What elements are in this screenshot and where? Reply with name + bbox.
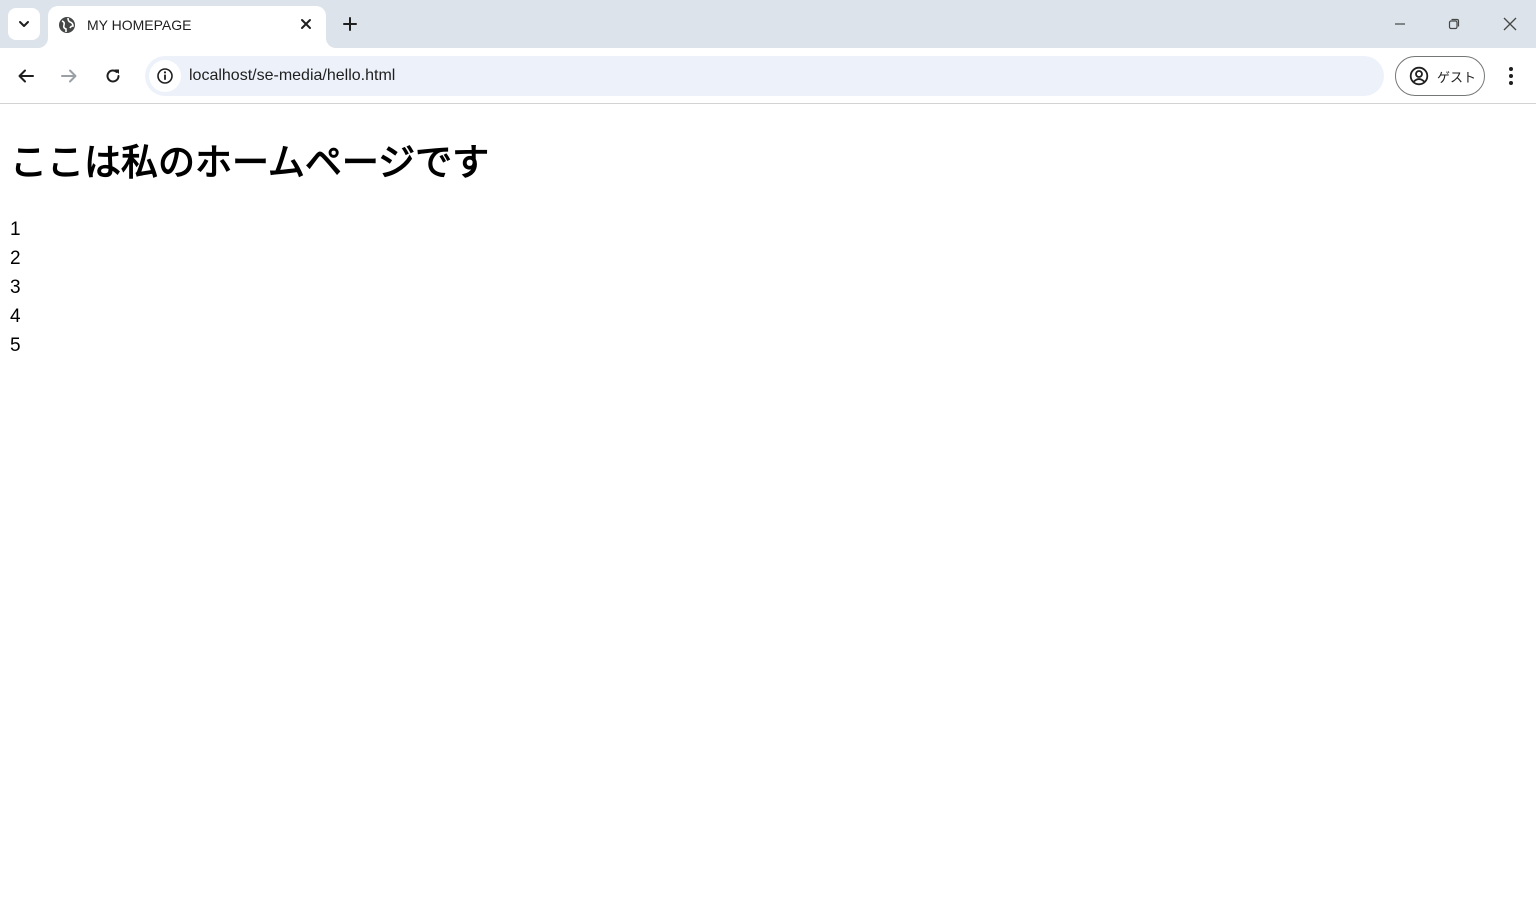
- arrow-right-icon: [61, 69, 77, 83]
- number-line: 2: [10, 248, 21, 269]
- number-line: 1: [10, 219, 21, 240]
- tab-active[interactable]: MY HOMEPAGE: [48, 6, 326, 48]
- page-heading: ここは私のホームページです: [10, 142, 490, 183]
- url-text[interactable]: localhost/se-media/hello.html: [189, 67, 395, 85]
- browser-toolbar: localhost/se-media/hello.html ゲスト: [0, 48, 1536, 104]
- tab-search-button[interactable]: [8, 8, 40, 40]
- profile-button[interactable]: ゲスト: [1395, 56, 1485, 96]
- tab-title: MY HOMEPAGE: [87, 17, 192, 33]
- tab-strip: MY HOMEPAGE: [0, 0, 1536, 48]
- tab-close-button[interactable]: [296, 14, 316, 34]
- page-content: ここは私のホームページです 1 2 3 4 5: [0, 105, 1536, 902]
- more-vert-icon: [1509, 67, 1513, 85]
- info-icon: [157, 68, 173, 84]
- plus-icon: [343, 17, 357, 31]
- reload-button[interactable]: [97, 60, 129, 92]
- forward-button[interactable]: [53, 60, 85, 92]
- site-info-button[interactable]: [149, 60, 181, 92]
- number-line: 5: [10, 335, 21, 356]
- number-list: 1 2 3 4 5: [10, 215, 21, 360]
- restore-button[interactable]: [1434, 8, 1474, 40]
- minimize-icon: [1395, 23, 1405, 25]
- minimize-button[interactable]: [1380, 8, 1420, 40]
- close-icon: [301, 19, 311, 29]
- close-icon: [1503, 17, 1517, 31]
- address-bar[interactable]: localhost/se-media/hello.html: [145, 56, 1384, 96]
- back-button[interactable]: [10, 60, 42, 92]
- browser-menu-button[interactable]: [1496, 60, 1526, 92]
- arrow-left-icon: [18, 69, 34, 83]
- new-tab-button[interactable]: [336, 10, 364, 38]
- account-circle-icon: [1409, 66, 1429, 86]
- number-line: 3: [10, 277, 21, 298]
- close-window-button[interactable]: [1490, 8, 1530, 40]
- restore-icon: [1448, 18, 1460, 30]
- chevron-down-icon: [19, 21, 29, 27]
- number-line: 4: [10, 306, 21, 327]
- profile-label: ゲスト: [1437, 69, 1477, 85]
- reload-icon: [106, 69, 120, 83]
- globe-icon: [59, 17, 75, 33]
